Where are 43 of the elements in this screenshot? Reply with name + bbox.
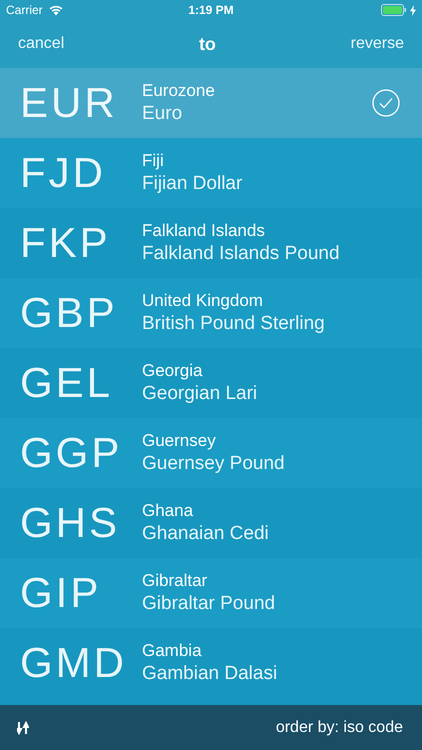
checkmark-icon	[372, 89, 400, 117]
currency-code: GEL	[20, 358, 114, 408]
currency-name: Ghanaian Cedi	[142, 522, 270, 546]
currency-row[interactable]: GBP United Kingdom British Pound Sterling	[0, 278, 422, 348]
wifi-icon	[48, 4, 64, 16]
sort-icon[interactable]	[17, 720, 29, 734]
currency-name: Gibraltar Pound	[142, 592, 276, 616]
order-by-button[interactable]: order by: iso code	[274, 716, 405, 738]
country-name: Georgia	[142, 360, 204, 382]
country-name: Gibraltar	[142, 570, 208, 592]
currency-row[interactable]: EUR Eurozone Euro	[0, 68, 422, 138]
currency-code: FKP	[20, 218, 112, 268]
currency-name: British Pound Sterling	[142, 312, 326, 336]
currency-name: Fijian Dollar	[142, 172, 244, 196]
charging-icon	[410, 4, 416, 16]
currency-code: GMD	[20, 638, 128, 688]
country-name: Gambia	[142, 640, 203, 662]
country-name: United Kingdom	[142, 290, 264, 312]
screen-title: to	[198, 34, 216, 54]
clock-time: 1:19 PM	[188, 3, 234, 17]
cancel-button[interactable]: cancel	[16, 33, 66, 55]
country-name: Fiji	[142, 150, 165, 172]
currency-code: FJD	[20, 148, 107, 198]
country-name: Eurozone	[142, 80, 216, 102]
battery-icon	[380, 4, 407, 16]
reverse-button[interactable]: reverse	[348, 33, 406, 55]
carrier-label: Carrier	[6, 3, 43, 17]
country-name: Guernsey	[142, 430, 217, 452]
currency-code: GGP	[20, 428, 124, 478]
currency-name: Guernsey Pound	[142, 452, 286, 476]
currency-name: Gambian Dalasi	[142, 662, 278, 686]
currency-row[interactable]: GGP Guernsey Guernsey Pound	[0, 418, 422, 488]
currency-name: Falkland Islands Pound	[142, 242, 341, 266]
currency-name: Georgian Lari	[142, 382, 258, 406]
currency-name: Euro	[142, 102, 184, 126]
currency-code: GHS	[20, 498, 122, 548]
currency-row[interactable]: FJD Fiji Fijian Dollar	[0, 138, 422, 208]
currency-code: EUR	[20, 78, 119, 128]
currency-code: GBP	[20, 288, 119, 338]
currency-code: GIP	[20, 568, 102, 618]
currency-row[interactable]: GIP Gibraltar Gibraltar Pound	[0, 558, 422, 628]
country-name: Ghana	[142, 500, 194, 522]
country-name: Falkland Islands	[142, 220, 266, 242]
